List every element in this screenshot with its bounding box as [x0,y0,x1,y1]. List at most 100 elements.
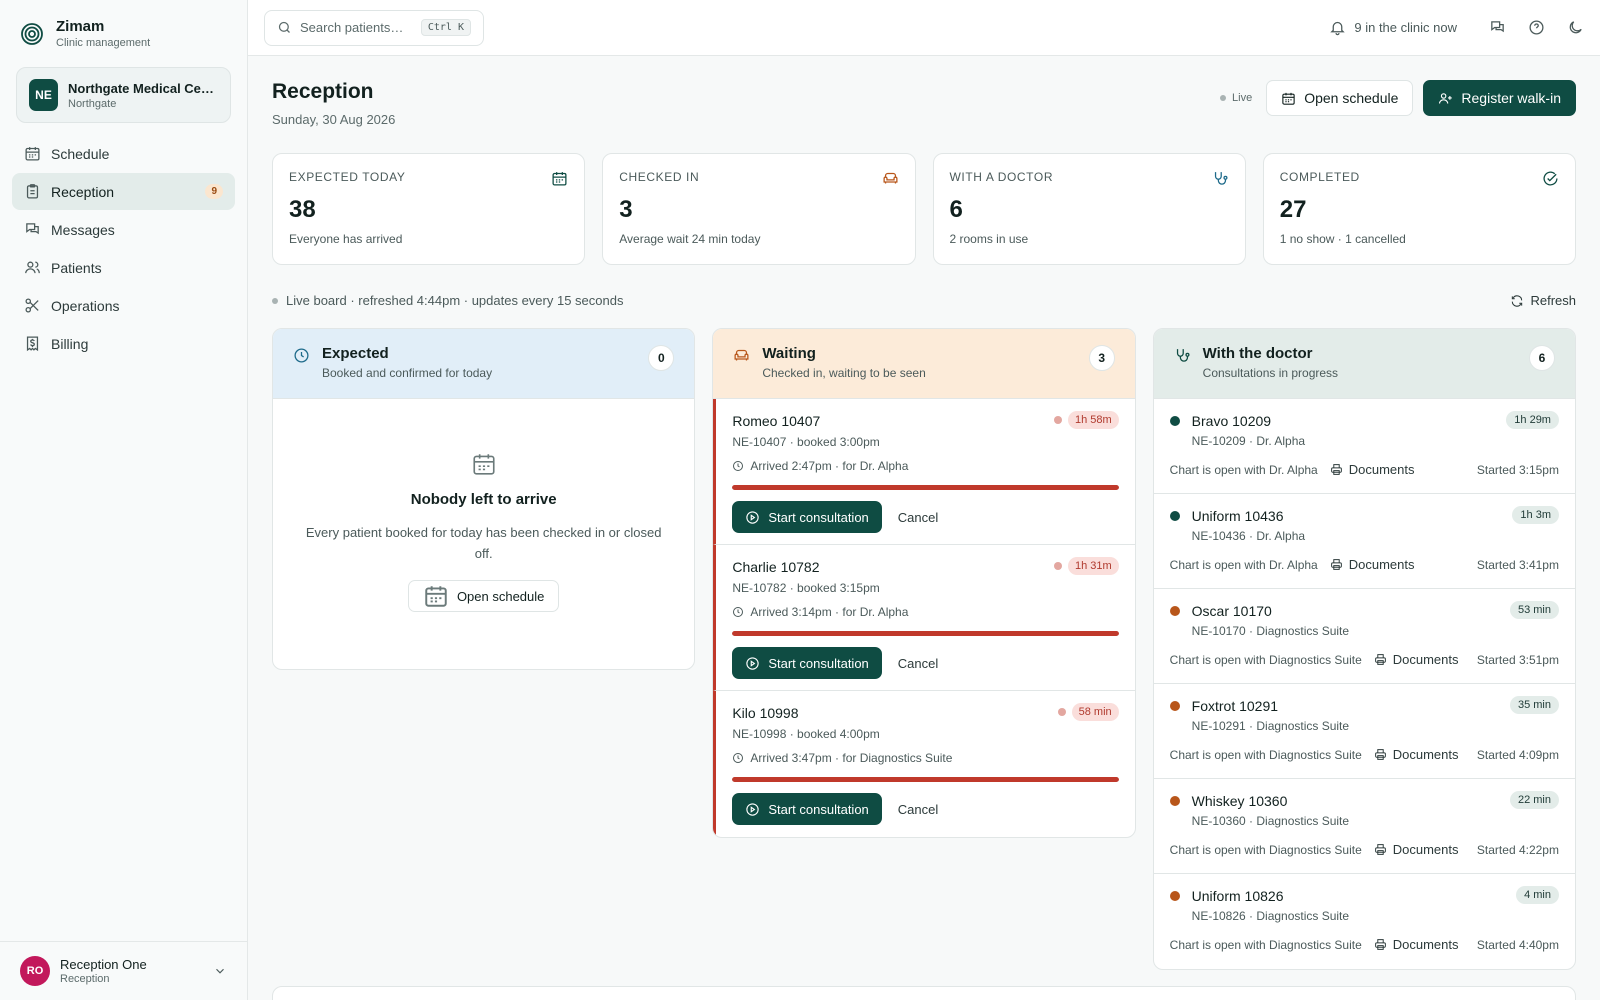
start-consultation-button[interactable]: Start consultation [732,501,882,533]
stat-note: 1 no show · 1 cancelled [1279,232,1406,246]
duration-badge: 35 min [1509,696,1559,714]
printer-icon [1374,939,1386,950]
documents-button[interactable]: Documents [1374,652,1459,667]
printer-icon [1374,844,1386,855]
consultation-card[interactable]: Foxtrot 10291 NE-10291 · Diagnostics Sui… [1153,684,1575,779]
sidebar-item-label: Reception [51,183,115,200]
documents-button[interactable]: Documents [1374,747,1459,762]
chat-icon[interactable] [1489,19,1506,36]
wait-progress-fill [732,777,1119,782]
started-time: Started 3:51pm [1476,652,1559,667]
documents-button[interactable]: Documents [1374,937,1459,952]
consultation-footer: Chart is open with Diagnostics Suite Doc… [1170,652,1559,667]
consultation-header: Bravo 10209 [1169,413,1559,429]
waiting-card[interactable]: Kilo 10998 NE-10998 · booked 4:00pm Arri… [713,691,1134,837]
chart-status: Chart is open with Diagnostics Suite [1169,937,1362,952]
consultation-footer: Chart is open with Diagnostics Suite Doc… [1170,842,1559,857]
consultation-header: Whiskey 10360 [1169,793,1559,809]
column-subtitle: Consultations in progress [1202,366,1339,380]
user-menu[interactable]: RO Reception One Reception [0,941,247,1000]
sidebar-item-reception[interactable]: Reception 9 [12,173,235,210]
consultation-card[interactable]: Uniform 10826 NE-10826 · Diagnostics Sui… [1154,874,1575,969]
consultation-card[interactable]: Oscar 10170 NE-10170 · Diagnostics Suite… [1153,589,1575,684]
consultation-card[interactable]: Whiskey 10360 NE-10360 · Diagnostics Sui… [1153,779,1575,874]
column-header: Waiting Checked in, waiting to be seen 3 [713,329,1135,399]
open-schedule-button[interactable]: Open schedule [1266,80,1414,116]
column-title: Expected [322,345,389,362]
patient-name: Uniform 10826 [1191,888,1284,904]
consultation-card[interactable]: Uniform 10436 NE-10436 · Dr. Alpha 1h 3m… [1153,494,1575,589]
start-consultation-button[interactable]: Start consultation [732,647,882,679]
search-placeholder: Search patients… [300,20,404,35]
waiting-card[interactable]: Romeo 10407 NE-10407 · booked 3:00pm Arr… [713,399,1135,545]
column-with-doctor: With the doctor Consultations in progres… [1152,328,1576,970]
documents-label: Documents [1348,557,1415,572]
play-circle-icon [746,510,760,524]
page-date: Sunday, 30 Aug 2026 [272,112,396,127]
stat-checked-in: CHECKED IN 3 Average wait 24 min today [602,153,916,265]
column-header: With the doctor Consultations in progres… [1153,329,1575,399]
help-icon[interactable] [1528,19,1545,36]
patient-meta: NE-10291 · Diagnostics Suite [1191,719,1350,733]
sidebar-nav: Schedule Reception 9 Messages Patients O… [0,135,247,362]
duration-badge: 1h 3m [1512,506,1559,524]
consultation-header: Foxtrot 10291 [1169,698,1559,714]
patient-meta: NE-10782 · booked 3:15pm [732,581,880,595]
column-expected: Expected Booked and confirmed for today … [272,328,696,670]
consultation-header: Oscar 10170 [1169,603,1559,619]
calendar-icon [25,147,40,161]
wait-dot [1053,562,1062,570]
documents-button[interactable]: Documents [1330,557,1415,572]
topbar-actions: 9 in the clinic now [1329,19,1584,36]
status-dot [1169,891,1180,901]
refresh-button[interactable]: Refresh [1510,293,1576,308]
stat-completed: COMPLETED 27 1 no show · 1 cancelled [1262,153,1576,265]
moon-icon[interactable] [1567,19,1584,36]
sidebar-item-patients[interactable]: Patients [12,249,235,286]
wait-time: 58 min [1071,703,1119,721]
board-columns: Expected Booked and confirmed for today … [272,328,1576,970]
wait-time-badge: 58 min [1057,703,1119,721]
sidebar-item-schedule[interactable]: Schedule [12,135,235,172]
patient-meta: NE-10209 · Dr. Alpha [1191,434,1306,448]
started-time: Started 4:09pm [1476,747,1559,762]
stat-note: Everyone has arrived [289,232,403,246]
org-switcher[interactable]: NE Northgate Medical Centre Northgate [16,67,231,123]
documents-label: Documents [1348,462,1415,477]
open-schedule-button[interactable]: Open schedule [407,580,560,612]
waiting-card[interactable]: Charlie 10782 NE-10782 · booked 3:15pm A… [713,545,1135,691]
duration-badge: 53 min [1509,601,1559,619]
doctor-list: Bravo 10209 NE-10209 · Dr. Alpha 1h 29m … [1153,399,1575,969]
clock-icon [733,753,744,763]
chart-status: Chart is open with Diagnostics Suite [1169,652,1362,667]
cancel-button[interactable]: Cancel [898,510,938,525]
cancel-button[interactable]: Cancel [898,802,938,817]
documents-button[interactable]: Documents [1330,462,1415,477]
start-consultation-button[interactable]: Start consultation [732,793,882,825]
printer-icon [1330,464,1342,475]
status-dot [1169,511,1180,521]
consultation-card[interactable]: Bravo 10209 NE-10209 · Dr. Alpha 1h 29m … [1153,399,1575,494]
sidebar-item-billing[interactable]: Billing [12,325,235,362]
wait-progress-bar [732,485,1119,490]
clinic-now-indicator[interactable]: 9 in the clinic now [1329,19,1457,36]
started-time: Started 3:41pm [1476,557,1559,572]
sofa-icon [734,349,749,361]
documents-button[interactable]: Documents [1374,842,1459,857]
duration-badge: 1h 29m [1506,411,1559,429]
brand-name: Zimam [56,18,105,35]
documents-label: Documents [1392,937,1459,952]
stat-note: 2 rooms in use [949,232,1029,246]
sidebar-item-operations[interactable]: Operations [12,287,235,324]
messages-icon [26,223,39,235]
cancel-button[interactable]: Cancel [898,656,938,671]
sidebar-item-messages[interactable]: Messages [12,211,235,248]
register-walk-in-button[interactable]: Register walk-in [1423,80,1576,116]
search-input[interactable]: Search patients… Ctrl K [264,9,484,46]
search-shortcut: Ctrl K [420,19,471,36]
printer-icon [1330,559,1342,570]
check-circle-icon [1543,171,1558,186]
started-time: Started 4:22pm [1476,842,1559,857]
wait-progress-fill [732,631,1119,636]
wait-dot [1057,708,1066,716]
